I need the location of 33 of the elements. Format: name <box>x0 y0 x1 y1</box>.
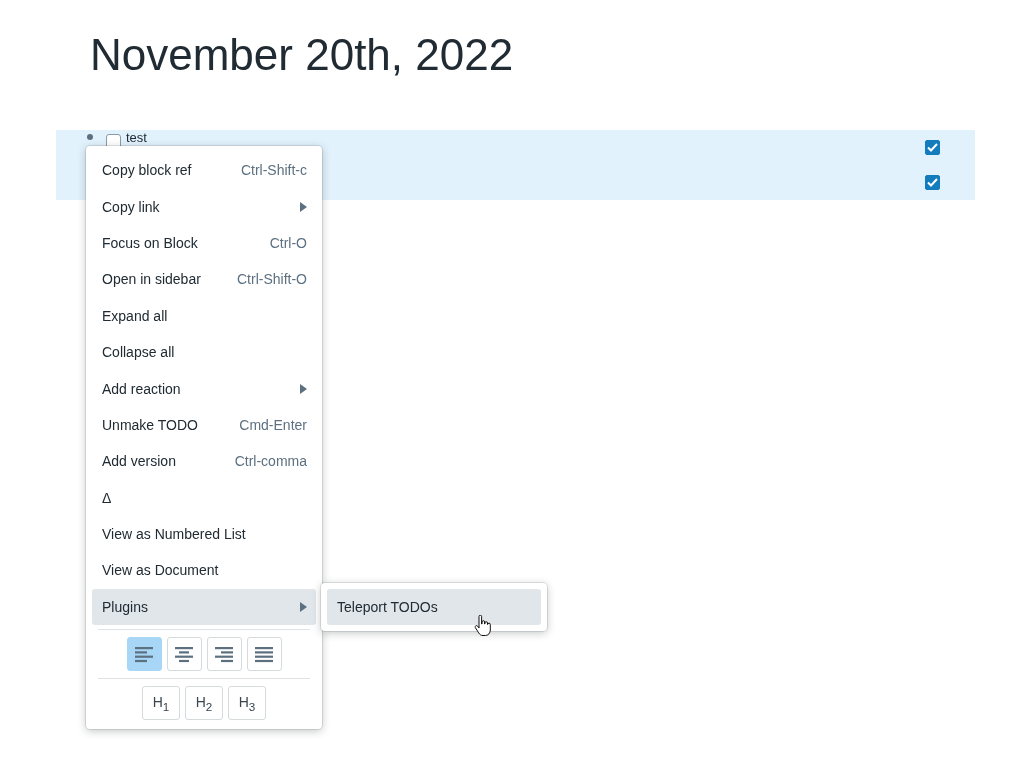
caret-icon <box>300 601 307 612</box>
menu-item[interactable]: Open in sidebar Ctrl-Shift-O <box>92 261 316 298</box>
menu-item[interactable]: View as Document <box>92 552 316 589</box>
align-right-button[interactable] <box>206 637 242 672</box>
menu-item[interactable]: Unmake TODO Cmd-Enter <box>92 406 316 444</box>
menu-item[interactable]: View as Numbered List <box>92 515 316 553</box>
align-left-icon <box>134 645 154 663</box>
align-justify-icon <box>254 645 274 663</box>
align-justify-button[interactable] <box>246 637 282 672</box>
heading-button[interactable]: H$_{2}$ <box>185 686 223 721</box>
align-center-button[interactable] <box>166 637 202 672</box>
align-center-icon <box>174 645 194 663</box>
menu-item[interactable]: Copy block ref Ctrl-Shift-c <box>92 152 316 189</box>
menu-item[interactable]: Δ <box>92 479 316 516</box>
menu-item[interactable]: Plugins <box>92 588 316 626</box>
menu-item[interactable]: Focus on Block Ctrl-O <box>92 224 316 262</box>
menu-item[interactable]: Add version Ctrl-comma <box>92 443 316 480</box>
bullet-icon[interactable] <box>87 134 93 140</box>
menu-item[interactable]: Add reaction <box>92 370 316 407</box>
caret-icon <box>300 383 307 394</box>
select-checkbox[interactable] <box>925 175 940 190</box>
menu-item[interactable]: Teleport TODOs <box>327 589 541 626</box>
menu-item[interactable]: Collapse all <box>92 333 316 371</box>
align-left-button[interactable] <box>126 637 162 672</box>
select-checkbox[interactable] <box>925 140 940 155</box>
page-title: November 20th, 2022 <box>90 30 514 80</box>
heading-button[interactable]: H$_{3}$ <box>228 686 266 721</box>
menu-item[interactable]: Copy link <box>92 188 316 225</box>
align-right-icon <box>214 645 234 663</box>
heading-button[interactable]: H$_{1}$ <box>142 686 180 721</box>
menu-item[interactable]: Expand all <box>92 297 316 334</box>
caret-icon <box>300 201 307 212</box>
block-text: test <box>126 130 147 145</box>
